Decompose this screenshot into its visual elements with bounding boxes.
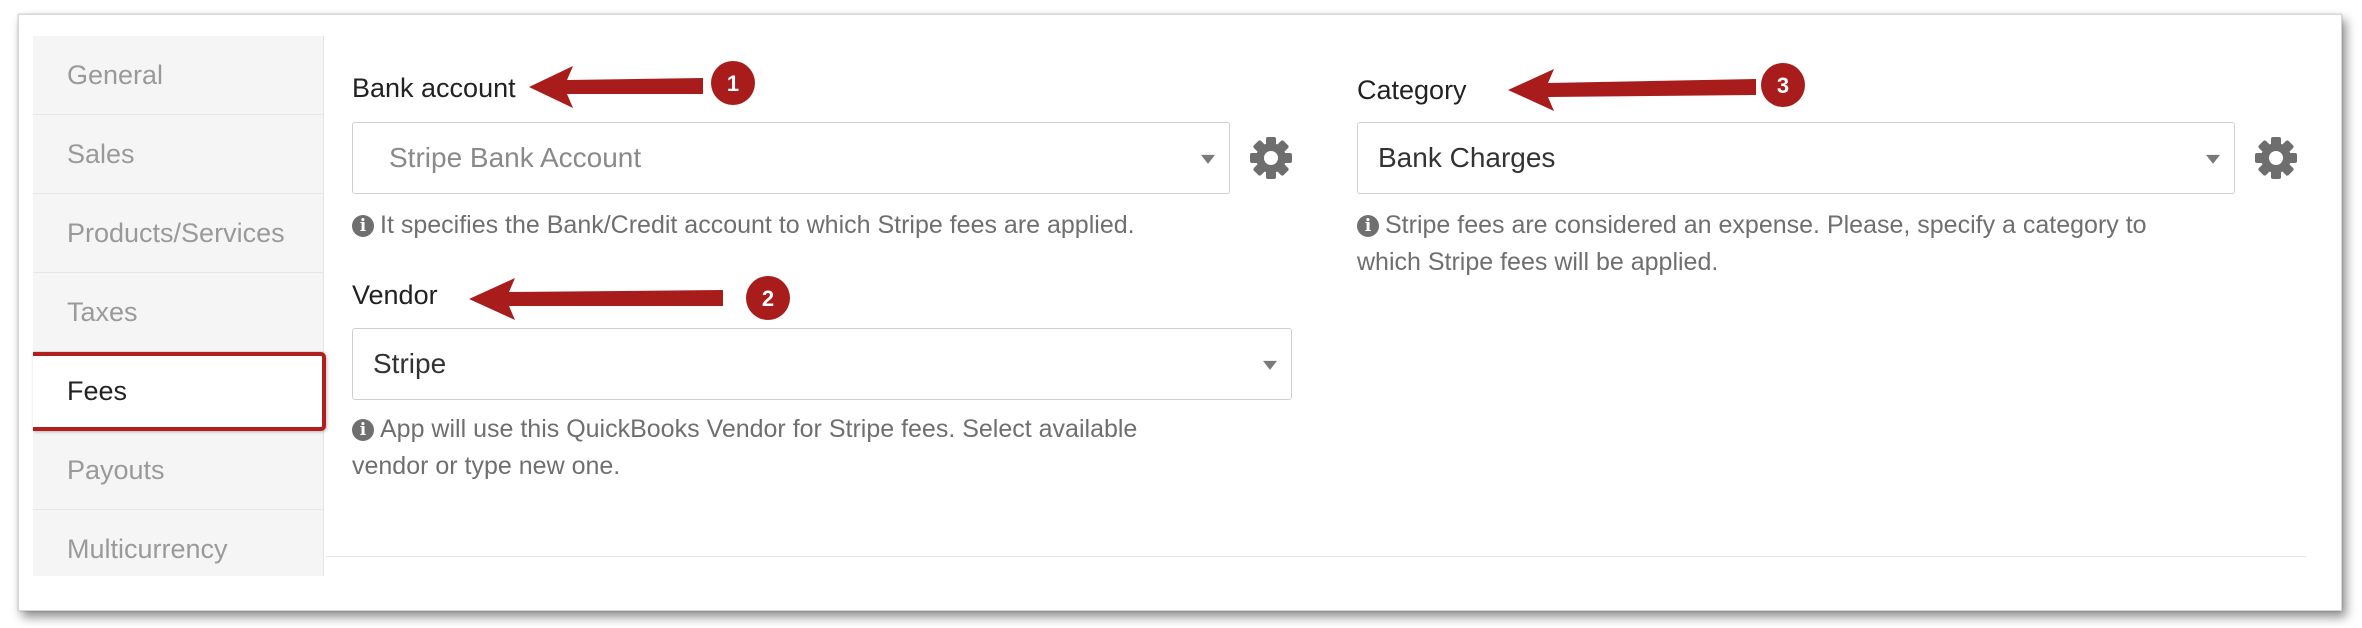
category-label: Category [1357,75,1467,105]
sidebar-item-fees[interactable]: Fees [33,352,326,431]
info-icon: i [1357,215,1379,237]
bank-account-value: Stripe Bank Account [389,142,642,173]
info-icon: i [352,215,374,237]
section-divider [326,556,2306,557]
sidebar-item-general[interactable]: General [33,36,323,115]
vendor-select[interactable]: Stripe [352,328,1292,400]
vendor-help: i App will use this QuickBooks Vendor for… [352,415,1138,480]
category-help: i Stripe fees are considered an expense. … [1357,211,2147,276]
callout-1-number: 1 [727,71,739,96]
settings-sidebar: General Sales Products/Services Taxes Fe… [33,36,326,576]
arrow-annotation-icon: 3 [1508,63,1805,111]
sidebar-item-payouts[interactable]: Payouts [33,431,323,510]
info-icon: i [352,419,374,441]
gear-icon[interactable] [2252,134,2300,182]
callout-2-number: 2 [762,286,774,311]
sidebar-item-multicurrency[interactable]: Multicurrency [33,510,323,589]
chevron-down-icon [2206,154,2220,164]
bank-account-label: Bank account [352,73,516,103]
bank-account-select[interactable]: Stripe Bank Account [352,122,1230,194]
gear-icon[interactable] [1247,134,1295,182]
vendor-label: Vendor [352,280,438,310]
vendor-value: Stripe [373,348,447,379]
sidebar-item-sales[interactable]: Sales [33,115,323,194]
sidebar-item-products-services[interactable]: Products/Services [33,194,323,273]
chevron-down-icon [1201,154,1215,164]
callout-3-number: 3 [1777,73,1789,98]
bank-account-help: i It specifies the Bank/Credit account to… [352,207,1135,244]
chevron-down-icon [1263,360,1277,370]
sidebar-item-taxes[interactable]: Taxes [33,273,323,352]
arrow-annotation-icon: 2 [469,276,790,320]
category-value: Bank Charges [1378,142,1556,173]
arrow-annotation-icon: 1 [529,61,755,108]
category-select[interactable]: Bank Charges [1357,122,2235,194]
